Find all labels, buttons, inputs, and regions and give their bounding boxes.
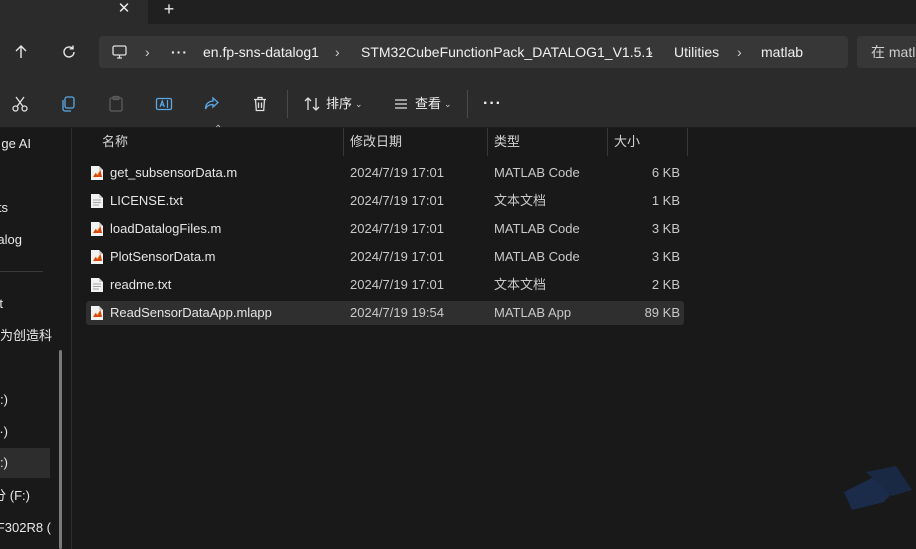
- rename-icon[interactable]: [152, 92, 176, 116]
- navigation-pane: ge AI ts alog t 为创造科 :) ·) :) 分 (F:) _F3…: [0, 128, 72, 549]
- file-list: ⌃ 名称 修改日期 类型 大小 get_subsensorData.m 2024/…: [72, 124, 916, 549]
- chevron-right-icon: ›: [648, 44, 653, 60]
- plus-icon[interactable]: +: [158, 0, 180, 20]
- sidebar-item-drive-selected[interactable]: :): [0, 448, 50, 478]
- file-name: loadDatalogFiles.m: [110, 221, 222, 236]
- monitor-icon[interactable]: [111, 44, 129, 60]
- address-bar[interactable]: › ··· en.fp-sns-datalog1 › STM32CubeFunc…: [99, 36, 848, 68]
- file-row[interactable]: readme.txt 2024/7/19 17:01 文本文档 2 KB: [86, 273, 684, 297]
- file-type: MATLAB Code: [494, 165, 580, 180]
- search-placeholder: 在 matl: [871, 44, 916, 60]
- chevron-down-icon[interactable]: ⌄: [355, 80, 363, 128]
- column-header-type[interactable]: 类型: [494, 128, 520, 156]
- breadcrumb-item-utilities[interactable]: Utilities: [674, 36, 719, 68]
- file-size: 89 KB: [644, 305, 680, 320]
- command-bar: 排序 ⌄ 查看 ⌄ ···: [0, 80, 916, 128]
- file-date: 2024/7/19 17:01: [350, 249, 444, 264]
- cut-icon[interactable]: [8, 92, 32, 116]
- sidebar-scrollbar[interactable]: [59, 350, 62, 549]
- copy-icon[interactable]: [56, 92, 80, 116]
- file-row[interactable]: LICENSE.txt 2024/7/19 17:01 文本文档 1 KB: [86, 189, 684, 213]
- column-header-name[interactable]: 名称: [102, 128, 128, 156]
- file-size: 1 KB: [651, 193, 680, 208]
- sort-button[interactable]: 排序: [326, 80, 352, 128]
- chevron-right-icon: ›: [145, 44, 150, 60]
- file-date: 2024/7/19 17:01: [350, 221, 444, 236]
- file-row[interactable]: PlotSensorData.m 2024/7/19 17:01 MATLAB Co…: [86, 245, 684, 269]
- file-size: 3 KB: [651, 249, 680, 264]
- sidebar-divider: [0, 271, 43, 272]
- sidebar-item[interactable]: 为创造科: [0, 321, 71, 351]
- sidebar-item[interactable]: ts: [0, 193, 71, 223]
- chevron-right-icon: ›: [737, 44, 742, 60]
- view-button[interactable]: 查看: [415, 80, 441, 128]
- sidebar-item[interactable]: alog: [0, 225, 71, 255]
- file-size: 2 KB: [651, 277, 680, 292]
- view-icon[interactable]: [389, 92, 413, 116]
- breadcrumb-item-matlab[interactable]: matlab: [761, 36, 803, 68]
- file-size: 6 KB: [651, 165, 680, 180]
- chevron-right-icon: ›: [335, 44, 340, 60]
- breadcrumb-item-functionpack[interactable]: STM32CubeFunctionPack_DATALOG1_V1.5.1: [361, 36, 653, 68]
- address-row: › ··· en.fp-sns-datalog1 › STM32CubeFunc…: [0, 24, 916, 80]
- more-options-button[interactable]: ···: [483, 80, 502, 128]
- matlab-file-icon: [90, 221, 104, 237]
- sidebar-item[interactable]: [0, 161, 71, 191]
- toolbar-divider: [287, 90, 288, 118]
- file-date: 2024/7/19 19:54: [350, 305, 444, 320]
- delete-icon[interactable]: [248, 92, 272, 116]
- file-size: 3 KB: [651, 221, 680, 236]
- refresh-icon[interactable]: [57, 40, 81, 64]
- sort-caret-icon: ⌃: [214, 124, 223, 135]
- tab-bar: ✕ +: [0, 0, 916, 24]
- close-icon[interactable]: ✕: [114, 0, 134, 20]
- file-name: LICENSE.txt: [110, 193, 183, 208]
- matlab-file-icon: [90, 249, 104, 265]
- text-file-icon: [90, 277, 104, 293]
- sort-icon[interactable]: [300, 92, 324, 116]
- file-type: 文本文档: [494, 277, 547, 292]
- file-date: 2024/7/19 17:01: [350, 193, 444, 208]
- share-icon[interactable]: [200, 92, 224, 116]
- breadcrumb-more[interactable]: ···: [171, 36, 188, 68]
- column-divider[interactable]: [687, 128, 688, 156]
- matlab-file-icon: [90, 165, 104, 181]
- sidebar-item[interactable]: ge AI: [0, 129, 71, 159]
- arrow-up-icon[interactable]: [9, 40, 33, 64]
- file-type: MATLAB Code: [494, 249, 580, 264]
- paste-icon[interactable]: [104, 92, 128, 116]
- chevron-down-icon[interactable]: ⌄: [444, 80, 452, 128]
- file-type: 文本文档: [494, 193, 547, 208]
- file-row[interactable]: get_subsensorData.m 2024/7/19 17:01 MATLAB…: [86, 161, 684, 185]
- matlab-file-icon: [90, 305, 104, 321]
- file-row[interactable]: ReadSensorDataApp.mlapp 2024/7/19 19:54 MA…: [86, 301, 684, 325]
- column-header-date[interactable]: 修改日期: [350, 128, 402, 156]
- column-divider[interactable]: [343, 128, 344, 156]
- column-header-size[interactable]: 大小: [614, 128, 640, 156]
- file-name: readme.txt: [110, 277, 172, 292]
- active-tab[interactable]: ✕: [0, 0, 148, 24]
- file-type: MATLAB Code: [494, 221, 580, 236]
- file-date: 2024/7/19 17:01: [350, 277, 444, 292]
- text-file-icon: [90, 193, 104, 209]
- sidebar-item[interactable]: t: [0, 289, 71, 319]
- search-input[interactable]: 在 matl: [857, 36, 916, 68]
- toolbar-divider: [467, 90, 468, 118]
- file-type: MATLAB App: [494, 305, 572, 320]
- column-divider[interactable]: [487, 128, 488, 156]
- file-row[interactable]: loadDatalogFiles.m 2024/7/19 17:01 MATLAB …: [86, 217, 684, 241]
- file-name: ReadSensorDataApp.mlapp: [110, 305, 272, 320]
- breadcrumb-item-datalog[interactable]: en.fp-sns-datalog1: [203, 36, 319, 68]
- file-name: get_subsensorData.m: [110, 165, 238, 180]
- watermark-logo: [836, 462, 916, 549]
- file-date: 2024/7/19 17:01: [350, 165, 444, 180]
- file-name: PlotSensorData.m: [110, 249, 216, 264]
- column-divider[interactable]: [607, 128, 608, 156]
